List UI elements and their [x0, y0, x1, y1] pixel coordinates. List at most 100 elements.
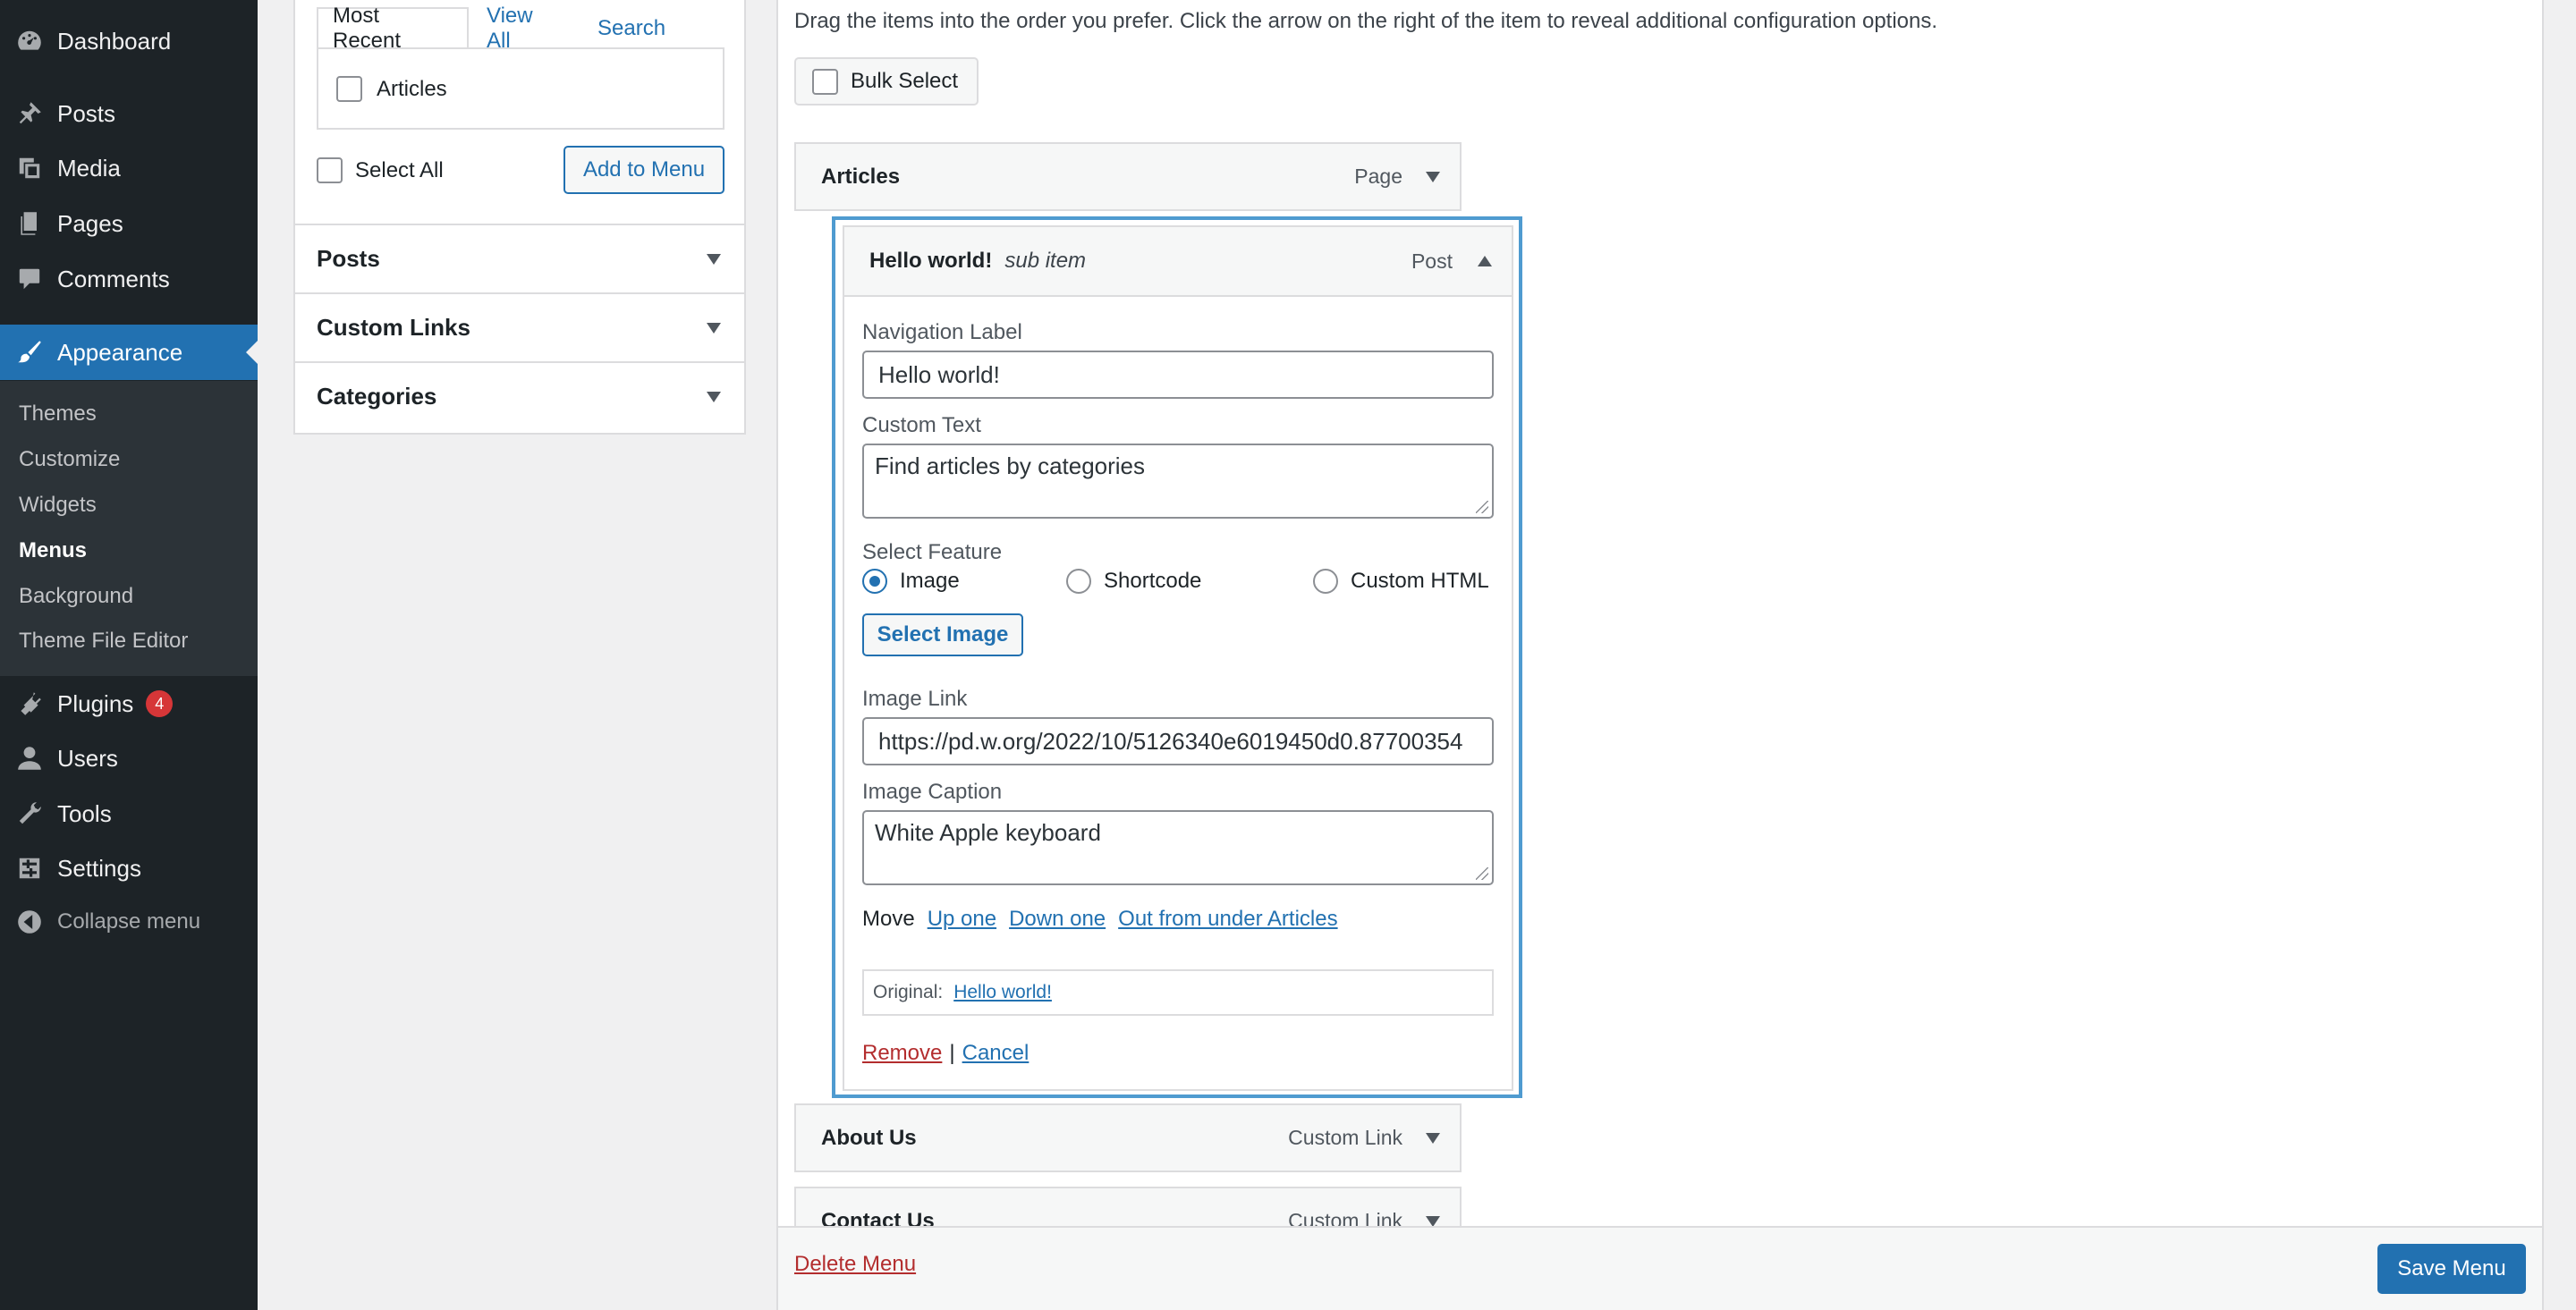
plugins-update-badge: 4 [146, 690, 174, 717]
sidebar-item-tools[interactable]: Tools [0, 786, 258, 841]
tab-most-recent[interactable]: Most Recent [317, 4, 469, 53]
sidebar-item-appearance[interactable]: Appearance [0, 325, 258, 380]
radio-shortcode[interactable] [1066, 569, 1091, 594]
menu-item-title: Articles [821, 164, 901, 189]
articles-checkbox[interactable] [336, 76, 362, 102]
sidebar-item-users[interactable]: Users [0, 731, 258, 786]
chevron-down-icon[interactable] [1426, 1132, 1440, 1144]
cancel-link[interactable]: Cancel [962, 1041, 1030, 1066]
settings-icon [14, 853, 45, 883]
feature-option-custom-html[interactable]: Custom HTML [1313, 569, 1489, 594]
image-caption-label: Image Caption [862, 780, 1003, 804]
sidebar-item-pages[interactable]: Pages [0, 196, 258, 251]
menu-item-settings-panel: Hello world! sub item Post Navigation La… [843, 225, 1513, 1091]
radio-custom-html[interactable] [1313, 569, 1338, 594]
add-menu-items-panel: Most Recent View All Search Articles Sel… [293, 0, 746, 435]
bulk-select-checkbox [812, 68, 838, 95]
image-caption-textarea[interactable]: White Apple keyboard [862, 810, 1494, 885]
sidebar-item-label: Media [57, 154, 121, 182]
original-link[interactable]: Hello world! [953, 982, 1052, 1003]
chevron-down-icon[interactable] [1426, 1215, 1440, 1227]
sidebar-item-label: Dashboard [57, 27, 172, 55]
page-gutter [2544, 0, 2576, 1310]
image-link-input[interactable]: https://pd.w.org/2022/10/5126340e6019450… [862, 717, 1494, 765]
sidebar-item-dashboard[interactable]: Dashboard [0, 13, 258, 69]
navigation-label-input[interactable]: Hello world! [862, 351, 1494, 399]
submenu-widgets[interactable]: Widgets [19, 493, 97, 518]
image-caption-value: White Apple keyboard [875, 819, 1101, 846]
menu-item-type: Custom Link [1288, 1126, 1402, 1149]
collapse-menu-button[interactable]: Collapse menu [0, 894, 258, 950]
move-out-from-under-link[interactable]: Out from under Articles [1118, 907, 1337, 932]
chevron-down-icon [707, 253, 721, 265]
feature-option-label: Shortcode [1104, 569, 1202, 593]
media-icon [14, 153, 45, 183]
menu-footer: Delete Menu Save Menu [778, 1226, 2542, 1310]
menu-item-header[interactable]: Hello world! sub item Post [844, 227, 1512, 297]
save-menu-button[interactable]: Save Menu [2377, 1244, 2526, 1294]
submenu-customize[interactable]: Customize [19, 447, 120, 472]
select-image-button[interactable]: Select Image [862, 613, 1023, 656]
sidebar-item-plugins[interactable]: Plugins 4 [0, 676, 258, 731]
chevron-down-icon[interactable] [1426, 171, 1440, 182]
tab-view-all[interactable]: View All [472, 4, 547, 53]
feature-option-shortcode[interactable]: Shortcode [1066, 569, 1201, 594]
delete-menu-link[interactable]: Delete Menu [794, 1252, 916, 1277]
move-links: Move Up one Down one Out from under Arti… [862, 907, 1338, 932]
original-label: Original: [873, 982, 944, 1002]
feature-option-label: Custom HTML [1351, 569, 1489, 593]
submenu-themes[interactable]: Themes [19, 401, 97, 427]
accordion-categories[interactable]: Categories [295, 361, 744, 430]
feature-option-label: Image [900, 569, 960, 593]
comment-icon [14, 264, 45, 294]
accordion-title: Custom Links [317, 314, 470, 341]
select-feature-label: Select Feature [862, 540, 1003, 564]
custom-text-textarea[interactable]: Find articles by categories [862, 444, 1494, 519]
recent-item-articles[interactable]: Articles [336, 76, 447, 102]
user-icon [14, 743, 45, 773]
sidebar-item-comments[interactable]: Comments [0, 251, 258, 307]
item-actions: Remove | Cancel [862, 1041, 1029, 1066]
tab-search[interactable]: Search [583, 7, 680, 49]
menu-item-title: Hello world! [869, 249, 993, 273]
accordion-custom-links[interactable]: Custom Links [295, 292, 744, 361]
sub-item-note: sub item [1004, 249, 1087, 273]
collapse-icon [14, 907, 45, 937]
chevron-up-icon[interactable] [1478, 256, 1492, 266]
radio-image[interactable] [862, 569, 887, 594]
select-all[interactable]: Select All [317, 157, 444, 183]
image-link-label: Image Link [862, 687, 968, 711]
navigation-label-label: Navigation Label [862, 320, 1022, 344]
move-down-one-link[interactable]: Down one [1009, 907, 1106, 932]
select-all-checkbox[interactable] [317, 157, 343, 183]
menu-item-hello-world-expanded: Hello world! sub item Post Navigation La… [832, 216, 1522, 1098]
menu-item-title: About Us [821, 1125, 917, 1150]
sidebar-item-label: Users [57, 744, 118, 772]
menu-instructions: Drag the items into the order you prefer… [794, 9, 1938, 33]
sidebar-item-label: Posts [57, 99, 116, 127]
remove-link[interactable]: Remove [862, 1041, 942, 1066]
menu-item-about-us[interactable]: About Us Custom Link [794, 1103, 1462, 1172]
menu-item-articles[interactable]: Articles Page [794, 142, 1462, 211]
plugin-icon [14, 689, 45, 719]
feature-option-image[interactable]: Image [862, 569, 960, 594]
sidebar-item-media[interactable]: Media [0, 140, 258, 196]
submenu-background[interactable]: Background [19, 584, 133, 609]
move-up-one-link[interactable]: Up one [928, 907, 996, 932]
sidebar-item-label: Settings [57, 854, 141, 882]
submenu-menus[interactable]: Menus [19, 538, 87, 563]
sidebar-item-label: Tools [57, 799, 112, 827]
brush-icon [14, 337, 45, 368]
wrench-icon [14, 799, 45, 829]
sidebar-item-settings[interactable]: Settings [0, 841, 258, 896]
admin-sidebar: Dashboard Posts Media Pages Comments App… [0, 0, 258, 1310]
accordion-posts[interactable]: Posts [295, 224, 744, 292]
chevron-down-icon [707, 391, 721, 402]
submenu-theme-file-editor[interactable]: Theme File Editor [19, 629, 188, 654]
resize-handle-icon[interactable] [1476, 501, 1488, 513]
resize-handle-icon[interactable] [1476, 867, 1488, 880]
sidebar-item-posts[interactable]: Posts [0, 86, 258, 141]
bulk-select-button[interactable]: Bulk Select [794, 57, 979, 106]
menu-item-type: Page [1354, 165, 1402, 188]
add-to-menu-button[interactable]: Add to Menu [564, 146, 724, 194]
